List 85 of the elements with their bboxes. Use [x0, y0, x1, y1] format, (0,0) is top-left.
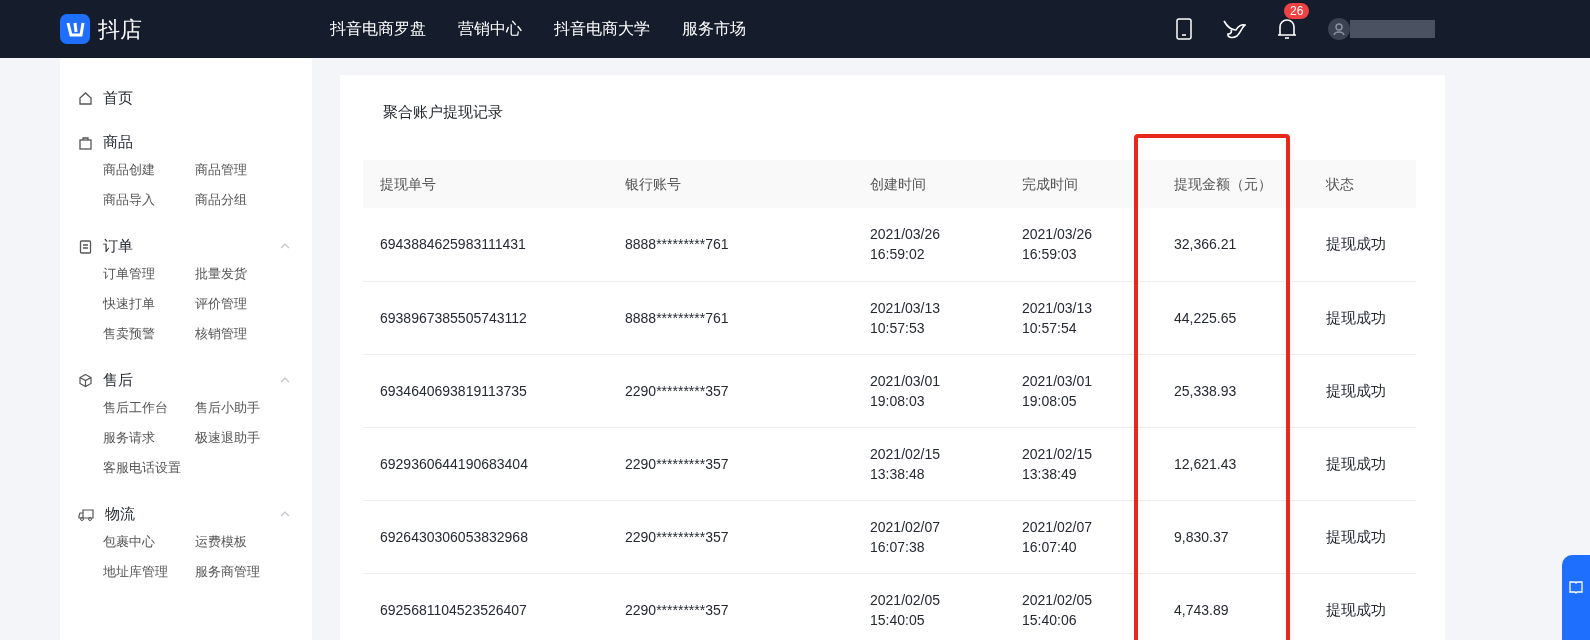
table-cell: 6938967385505743112 [363, 281, 608, 354]
sidebar-link[interactable]: 商品管理 [195, 160, 295, 180]
table-cell: 提现成功 [1309, 354, 1416, 427]
floating-help-widget[interactable] [1562, 555, 1590, 640]
table-cell: 6934640693819113735 [363, 354, 608, 427]
sidebar-section[interactable]: 物流 [105, 502, 135, 526]
table-cell: 9,830.37 [1157, 500, 1309, 573]
sidebar-link[interactable]: 评价管理 [195, 294, 295, 314]
table-cell: 32,366.21 [1157, 208, 1309, 281]
table-cell: 2021/03/26 16:59:02 [853, 208, 1005, 281]
table-cell: 2021/02/15 13:38:49 [1005, 427, 1157, 500]
table-cell: 12,621.43 [1157, 427, 1309, 500]
table-cell: 2021/03/01 19:08:03 [853, 354, 1005, 427]
table-cell: 2021/02/05 15:40:05 [853, 573, 1005, 640]
sidebar-link[interactable]: 批量发货 [195, 264, 295, 284]
table-cell: 2290*********357 [608, 354, 853, 427]
nav-link[interactable]: 抖音电商大学 [554, 17, 650, 41]
bag-icon [78, 134, 93, 150]
column-header: 提现金额（元） [1157, 160, 1309, 208]
table-cell: 8888*********761 [608, 281, 853, 354]
column-header: 创建时间 [853, 160, 1005, 208]
column-header: 提现单号 [363, 160, 608, 208]
column-header: 状态 [1309, 160, 1416, 208]
table-cell: 提现成功 [1309, 500, 1416, 573]
sidebar-link[interactable]: 售后小助手 [195, 398, 295, 418]
sidebar-section[interactable]: 首页 [103, 86, 133, 110]
box-icon [78, 372, 93, 388]
truck-icon [78, 506, 95, 522]
sidebar-link[interactable]: 客服电话设置 [103, 458, 195, 478]
table-cell: 2021/03/01 19:08:05 [1005, 354, 1157, 427]
logo-text: 抖店 [98, 15, 142, 44]
sidebar-link[interactable]: 商品导入 [103, 190, 195, 210]
sidebar-section[interactable]: 订单 [103, 234, 133, 258]
home-icon [78, 90, 93, 106]
table-cell: 2290*********357 [608, 500, 853, 573]
sidebar-section[interactable]: 商品 [103, 130, 133, 154]
nav-link[interactable]: 营销中心 [458, 17, 522, 41]
table-cell: 25,338.93 [1157, 354, 1309, 427]
table-cell: 提现成功 [1309, 281, 1416, 354]
clipboard-icon [78, 238, 93, 254]
table-cell: 2290*********357 [608, 427, 853, 500]
column-header: 完成时间 [1005, 160, 1157, 208]
table-cell: 4,743.89 [1157, 573, 1309, 640]
page-title: 聚合账户提现记录 [382, 102, 504, 122]
table-cell: 2021/02/15 13:38:48 [853, 427, 1005, 500]
sidebar-section[interactable]: 售后 [103, 368, 133, 392]
avatar-icon[interactable] [1328, 18, 1350, 40]
sidebar-link[interactable]: 售后工作台 [103, 398, 195, 418]
sidebar-link[interactable]: 服务商管理 [195, 562, 295, 582]
sidebar-link[interactable]: 商品创建 [103, 160, 195, 180]
table-cell: 6929360644190683404 [363, 427, 608, 500]
sidebar-link[interactable]: 核销管理 [195, 324, 295, 344]
table-cell: 2021/03/26 16:59:03 [1005, 208, 1157, 281]
notification-badge: 26 [1284, 3, 1310, 19]
table-cell: 6943884625983111431 [363, 208, 608, 281]
book-icon [1569, 580, 1583, 594]
nav-link[interactable]: 服务市场 [682, 17, 746, 41]
sidebar-link[interactable]: 服务请求 [103, 428, 195, 448]
logo-icon[interactable] [60, 14, 90, 44]
column-header: 银行账号 [608, 160, 853, 208]
sidebar-link[interactable]: 商品分组 [195, 190, 295, 210]
table-cell: 提现成功 [1309, 427, 1416, 500]
sidebar-link[interactable]: 订单管理 [103, 264, 195, 284]
table-cell: 8888*********761 [608, 208, 853, 281]
sidebar-link[interactable]: 极速退助手 [195, 428, 295, 448]
table-cell: 2290*********357 [608, 573, 853, 640]
table-cell: 2021/02/05 15:40:06 [1005, 573, 1157, 640]
bird-icon[interactable] [1222, 18, 1246, 40]
table-cell: 提现成功 [1309, 208, 1416, 281]
table-cell: 2021/02/07 16:07:40 [1005, 500, 1157, 573]
sidebar-link[interactable]: 运费模板 [195, 532, 295, 552]
table-cell: 6925681104523526407 [363, 573, 608, 640]
table-cell: 6926430306053832968 [363, 500, 608, 573]
sidebar-link[interactable]: 地址库管理 [103, 562, 195, 582]
table-cell: 2021/02/07 16:07:38 [853, 500, 1005, 573]
table-cell: 提现成功 [1309, 573, 1416, 640]
table-cell: 2021/03/13 10:57:53 [853, 281, 1005, 354]
table-cell: 44,225.65 [1157, 281, 1309, 354]
phone-icon[interactable] [1176, 18, 1192, 40]
table-cell: 2021/03/13 10:57:54 [1005, 281, 1157, 354]
bell-icon[interactable] [1276, 17, 1298, 41]
sidebar-link[interactable]: 包裹中心 [103, 532, 195, 552]
sidebar-link[interactable]: 售卖预警 [103, 324, 195, 344]
sidebar-link[interactable]: 快速打单 [103, 294, 195, 314]
nav-link[interactable]: 抖音电商罗盘 [330, 17, 426, 41]
